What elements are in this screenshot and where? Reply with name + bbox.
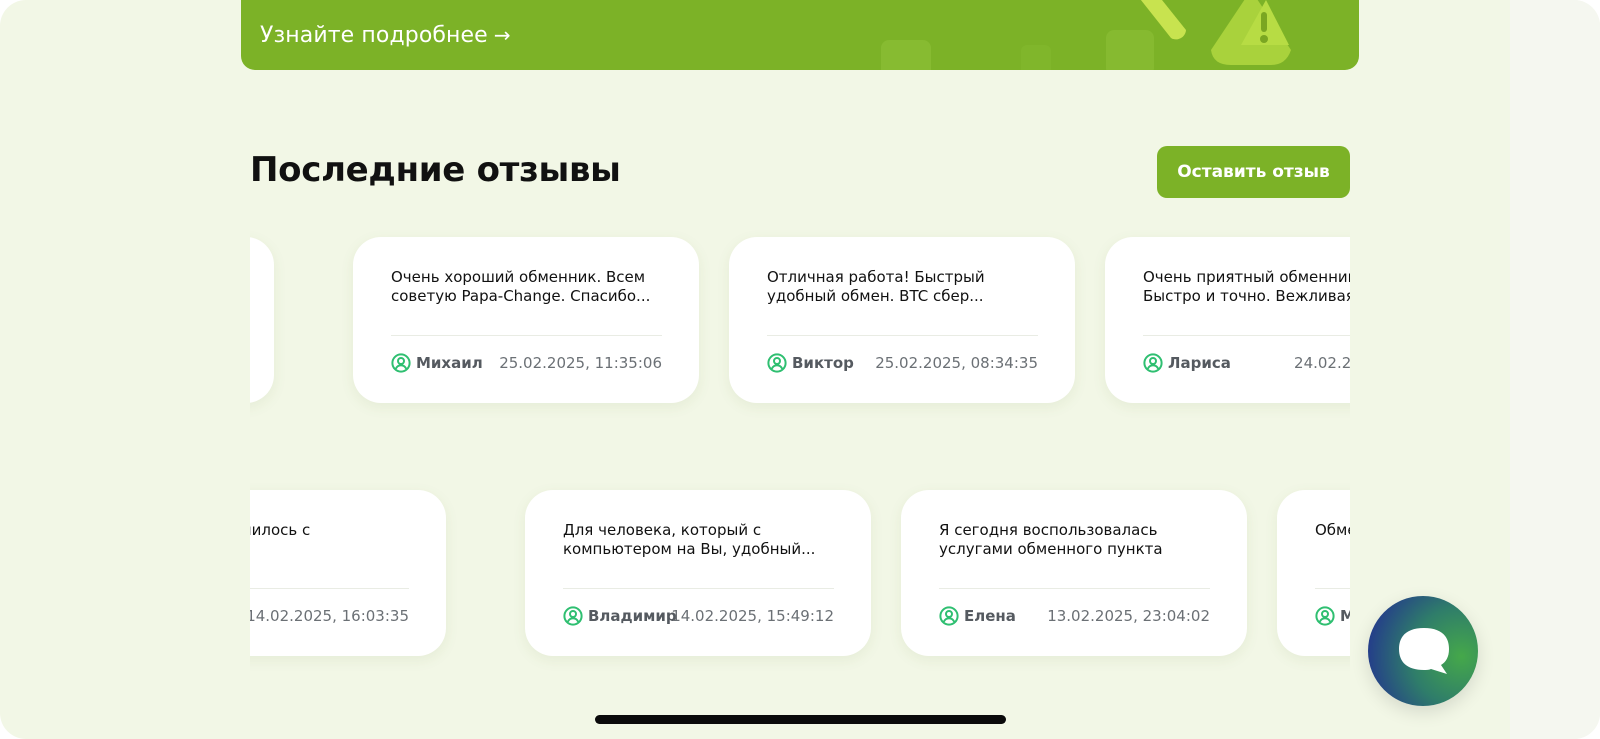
- review-card[interactable]: Обме… быст… М…: [1277, 490, 1350, 656]
- review-author: Лариса: [1143, 353, 1231, 373]
- review-date: 13.02.2025, 23:04:02: [1047, 607, 1210, 625]
- section-title: Последние отзывы: [250, 150, 621, 190]
- review-text: Я сегодня воспользовалась услугами обмен…: [939, 521, 1163, 561]
- review-card[interactable]: Для человека, который с компьютером на В…: [525, 490, 871, 656]
- review-date: 14.02.2025, 16:03:35: [250, 607, 409, 625]
- review-author-name: Михаил: [416, 354, 483, 372]
- review-date: 25.02.2025, 11:35:06: [499, 354, 662, 372]
- review-author: Владимир: [563, 606, 677, 626]
- promo-banner: Узнайте подробнее →: [241, 0, 1359, 70]
- review-text: Очень приятный обменник, Быстро и точно.…: [1143, 268, 1350, 305]
- learn-more-link[interactable]: Узнайте подробнее →: [260, 23, 511, 48]
- review-card[interactable]: Отличная работа! Быстрый удобный обмен. …: [729, 237, 1075, 403]
- review-author-name: Виктор: [792, 354, 854, 372]
- user-circle-icon: [1143, 353, 1163, 373]
- side-gutter: [1510, 0, 1600, 739]
- review-card[interactable]: …ыстро получилось с…an14.02.2025, 16:03:…: [250, 490, 446, 656]
- review-author-name: Елена: [964, 607, 1016, 625]
- user-circle-icon: [1315, 606, 1335, 626]
- divider: [391, 335, 662, 336]
- review-text: Очень хороший обменник. Всем советую Pap…: [391, 268, 651, 305]
- divider: [939, 588, 1210, 589]
- review-author: Елена: [939, 606, 1016, 626]
- review-text: Отличная работа! Быстрый удобный обмен. …: [767, 268, 985, 305]
- review-card[interactable]: Очень приятный обменник, Быстро и точно.…: [1105, 237, 1350, 403]
- review-date: 14.02.2025, 15:49:12: [671, 607, 834, 625]
- chat-button[interactable]: [1368, 596, 1478, 706]
- learn-more-label: Узнайте подробнее: [260, 23, 488, 48]
- review-text: …ыстро получилось с: [250, 521, 311, 539]
- chat-bubble-icon: [1399, 628, 1449, 674]
- review-date: 24.02.2025, 2…: [1294, 354, 1350, 372]
- user-circle-icon: [391, 353, 411, 373]
- leave-review-button[interactable]: Оставить отзыв: [1157, 146, 1350, 198]
- decorative-shapes: [881, 0, 1291, 70]
- arrow-right-icon: →: [493, 23, 511, 47]
- review-author: Виктор: [767, 353, 854, 373]
- review-author: М…: [1315, 606, 1350, 626]
- divider: [1143, 335, 1350, 336]
- divider: [767, 335, 1038, 336]
- review-text: Для человека, который с компьютером на В…: [563, 521, 816, 558]
- review-text: Обме… быст…: [1315, 521, 1350, 539]
- review-author: Михаил: [391, 353, 483, 373]
- review-date: 25.02.2025, 08:34:35: [875, 354, 1038, 372]
- user-circle-icon: [767, 353, 787, 373]
- user-circle-icon: [939, 606, 959, 626]
- divider: [563, 588, 834, 589]
- review-author-name: М…: [1340, 607, 1350, 625]
- reviews-carousel-row-1[interactable]: …6:47 Очень хороший обменник. Всем совету…: [250, 230, 1350, 430]
- review-card[interactable]: Я сегодня воспользовалась услугами обмен…: [901, 490, 1247, 656]
- review-card[interactable]: …6:47: [250, 237, 274, 403]
- reviews-carousel-row-2[interactable]: …ыстро получилось с…an14.02.2025, 16:03:…: [250, 483, 1350, 683]
- user-circle-icon: [563, 606, 583, 626]
- divider: [250, 588, 409, 589]
- page-frame: Узнайте подробнее → Последние отзывы Оста…: [0, 0, 1600, 739]
- divider: [1315, 588, 1350, 589]
- home-indicator: [595, 715, 1006, 724]
- review-card[interactable]: Очень хороший обменник. Всем советую Pap…: [353, 237, 699, 403]
- review-author-name: Лариса: [1168, 354, 1231, 372]
- review-author-name: Владимир: [588, 607, 677, 625]
